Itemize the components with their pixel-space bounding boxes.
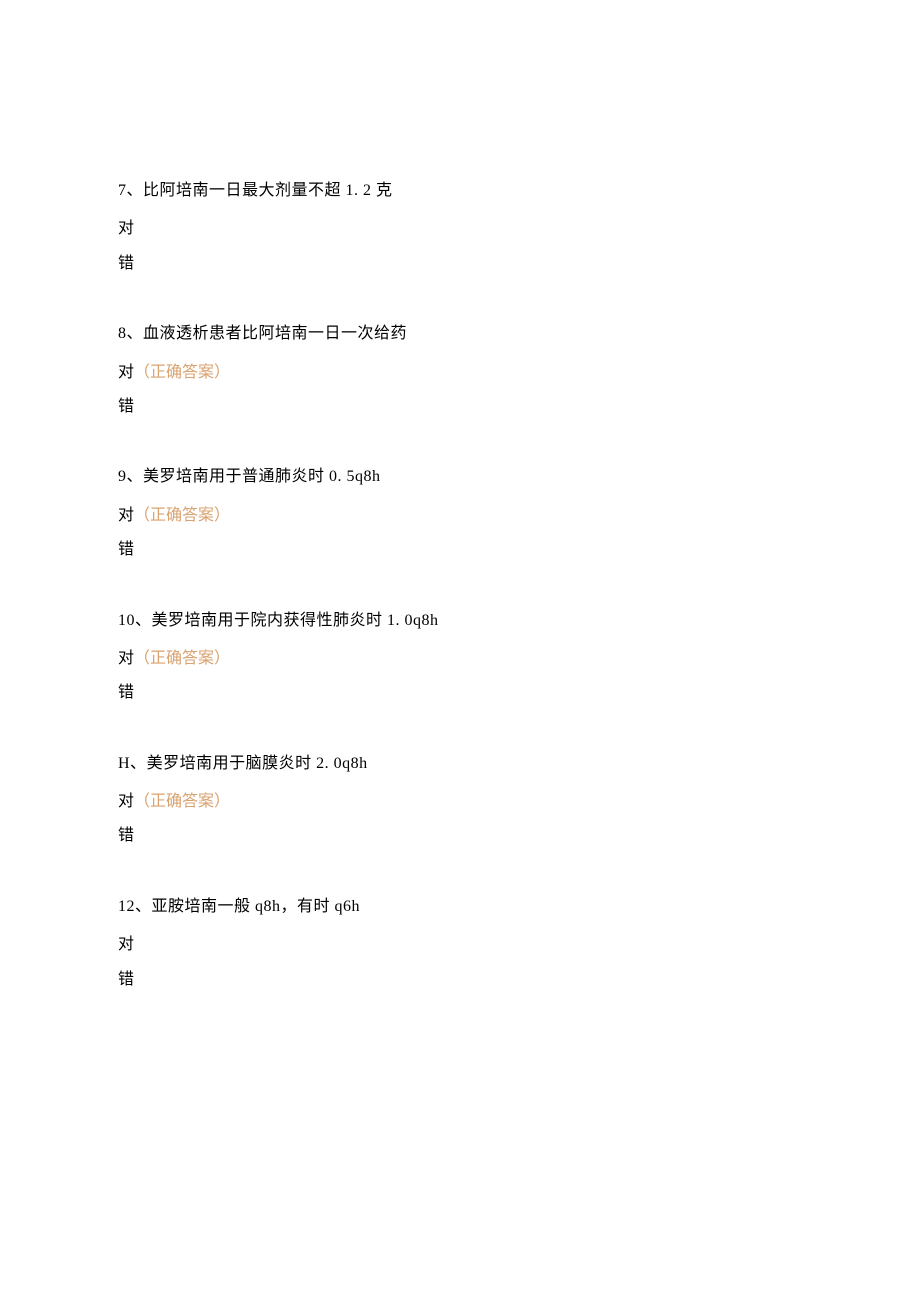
option-correct-label: 对 (118, 364, 134, 381)
option-correct-label: 对 (118, 507, 134, 524)
option-row: 错 (118, 396, 802, 418)
option-row: 对 (118, 218, 802, 240)
question-body: 美罗培南用于普通肺炎时 0. 5q8h (143, 468, 381, 485)
question-number: 12、 (118, 898, 152, 915)
question-text: 9、美罗培南用于普通肺炎时 0. 5q8h (118, 466, 802, 488)
correct-answer-marker: （正确答案） (134, 507, 230, 524)
question-number: H、 (118, 755, 147, 772)
question-number: 8、 (118, 325, 143, 342)
option-row: 对 (118, 934, 802, 956)
question-text: 8、血液透析患者比阿培南一日一次给药 (118, 323, 802, 345)
question-number: 7、 (118, 182, 143, 199)
option-row: 错 (118, 253, 802, 275)
option-row: 对（正确答案） (118, 505, 802, 527)
option-wrong-label: 错 (118, 827, 134, 844)
option-row: 对（正确答案） (118, 648, 802, 670)
question-body: 美罗培南用于脑膜炎时 2. 0q8h (147, 755, 368, 772)
correct-answer-marker: （正确答案） (134, 650, 230, 667)
question-block: 9、美罗培南用于普通肺炎时 0. 5q8h 对（正确答案） 错 (118, 466, 802, 561)
question-text: 12、亚胺培南一般 q8h，有时 q6h (118, 896, 802, 918)
option-correct-label: 对 (118, 936, 134, 953)
question-body: 比阿培南一日最大剂量不超 1. 2 克 (143, 182, 393, 199)
question-body: 美罗培南用于院内获得性肺炎时 1. 0q8h (152, 612, 439, 629)
option-correct-label: 对 (118, 793, 134, 810)
question-block: 12、亚胺培南一般 q8h，有时 q6h 对 错 (118, 896, 802, 991)
question-body: 血液透析患者比阿培南一日一次给药 (143, 325, 407, 342)
question-block: H、美罗培南用于脑膜炎时 2. 0q8h 对（正确答案） 错 (118, 753, 802, 848)
question-block: 8、血液透析患者比阿培南一日一次给药 对（正确答案） 错 (118, 323, 802, 418)
option-wrong-label: 错 (118, 398, 134, 415)
option-row: 错 (118, 969, 802, 991)
option-wrong-label: 错 (118, 541, 134, 558)
option-wrong-label: 错 (118, 684, 134, 701)
option-row: 对（正确答案） (118, 791, 802, 813)
document-page: 7、比阿培南一日最大剂量不超 1. 2 克 对 错 8、血液透析患者比阿培南一日… (0, 0, 920, 991)
question-body: 亚胺培南一般 q8h，有时 q6h (152, 898, 361, 915)
correct-answer-marker: （正确答案） (134, 793, 230, 810)
option-row: 错 (118, 539, 802, 561)
option-correct-label: 对 (118, 650, 134, 667)
question-text: H、美罗培南用于脑膜炎时 2. 0q8h (118, 753, 802, 775)
question-text: 10、美罗培南用于院内获得性肺炎时 1. 0q8h (118, 610, 802, 632)
option-wrong-label: 错 (118, 971, 134, 988)
question-block: 7、比阿培南一日最大剂量不超 1. 2 克 对 错 (118, 180, 802, 275)
correct-answer-marker: （正确答案） (134, 364, 230, 381)
option-row: 错 (118, 682, 802, 704)
option-wrong-label: 错 (118, 255, 134, 272)
question-text: 7、比阿培南一日最大剂量不超 1. 2 克 (118, 180, 802, 202)
option-correct-label: 对 (118, 220, 134, 237)
option-row: 错 (118, 825, 802, 847)
question-number: 10、 (118, 612, 152, 629)
question-number: 9、 (118, 468, 143, 485)
option-row: 对（正确答案） (118, 362, 802, 384)
question-block: 10、美罗培南用于院内获得性肺炎时 1. 0q8h 对（正确答案） 错 (118, 610, 802, 705)
